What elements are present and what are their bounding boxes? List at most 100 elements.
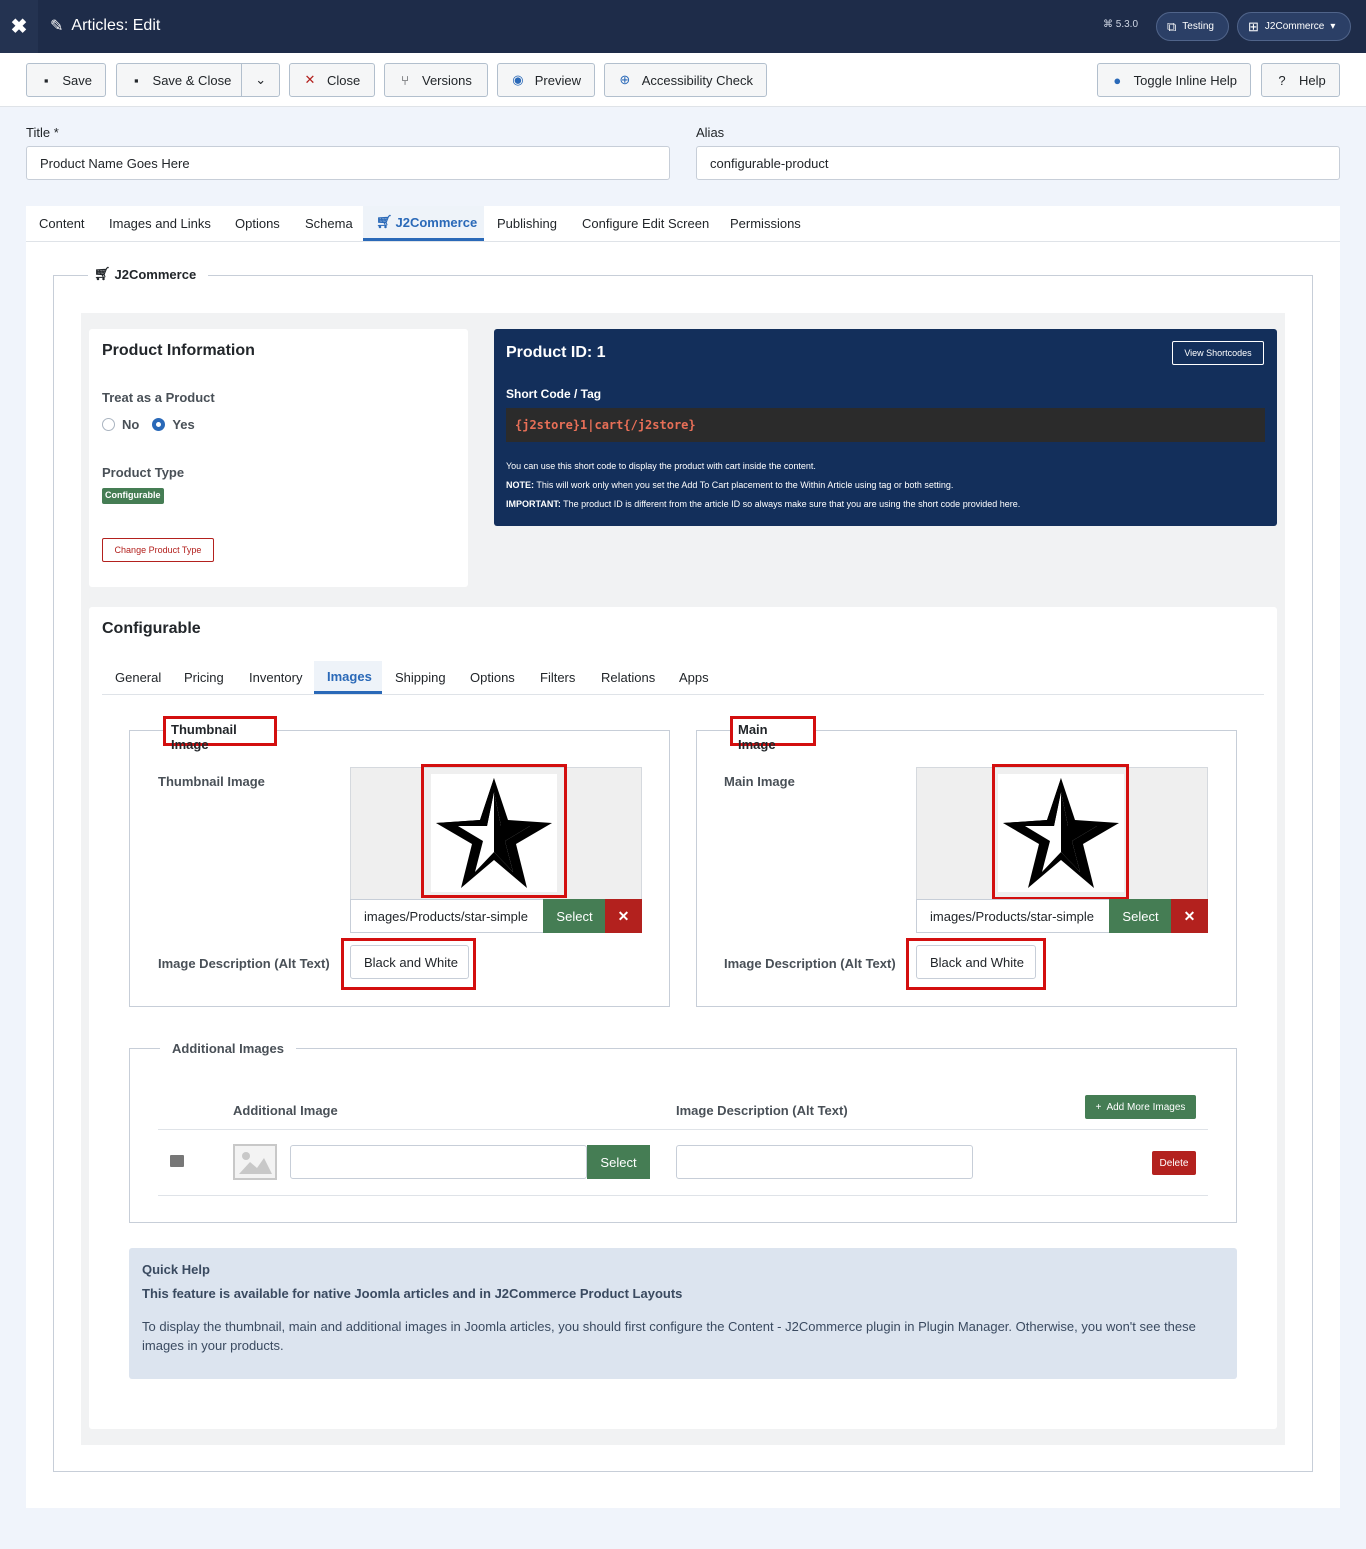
shortcode-note-2: NOTE: This will work only when you set t… (506, 480, 954, 490)
site-button[interactable]: ⧉ Testing (1156, 12, 1229, 41)
page-title: ✎ Articles: Edit (50, 17, 161, 35)
external-link-icon: ⧉ (1167, 18, 1177, 34)
preview-button[interactable]: ◉ Preview (497, 63, 595, 97)
title-input[interactable]: Product Name Goes Here (26, 146, 670, 180)
shortcode-label: Short Code / Tag (506, 387, 602, 401)
product-information-heading: Product Information (102, 342, 255, 359)
joomla-icon[interactable]: ✖ (0, 0, 38, 53)
main-image-select-button[interactable]: Select (1109, 899, 1172, 933)
quick-help-text: To display the thumbnail, main and addit… (142, 1319, 1196, 1353)
thumbnail-legend: Thumbnail Image (163, 716, 277, 752)
table-divider (158, 1129, 1208, 1130)
toggle-inline-help-button[interactable]: ● Toggle Inline Help (1097, 63, 1251, 97)
accessibility-check-button[interactable]: ⊕ Accessibility Check (604, 63, 767, 97)
alias-input[interactable]: configurable-product (696, 146, 1340, 180)
tab-permissions[interactable]: Permissions (717, 206, 814, 241)
main-image-alt-label: Image Description (Alt Text) (724, 956, 896, 971)
save-icon: ▪ (133, 72, 139, 88)
image-placeholder-icon (233, 1144, 277, 1180)
main-image-clear-button[interactable]: ✕ (1171, 899, 1208, 933)
subtab-shipping[interactable]: Shipping (382, 661, 459, 694)
main-image-highlight (992, 764, 1129, 900)
shortcode-important: IMPORTANT: The product ID is different f… (506, 499, 1021, 509)
cart-icon: 🛒︎ (376, 214, 393, 229)
tab-j2commerce[interactable]: 🛒︎ J2Commerce (363, 206, 484, 241)
add-more-images-button[interactable]: + Add More Images (1085, 1095, 1196, 1119)
accessibility-icon: ⊕ (619, 72, 631, 87)
tab-options[interactable]: Options (222, 206, 293, 241)
quick-help-title: Quick Help (142, 1262, 210, 1277)
radio-yes[interactable] (152, 418, 166, 431)
subtab-options[interactable]: Options (457, 661, 528, 694)
additional-image-column-header: Additional Image (233, 1103, 338, 1118)
table-bottom-divider (158, 1195, 1208, 1196)
configurable-heading: Configurable (102, 620, 201, 637)
tab-publishing[interactable]: Publishing (484, 206, 570, 241)
save-icon: ▪ (43, 72, 49, 88)
treat-as-product-radios: No Yes (102, 417, 195, 432)
thumbnail-path-input[interactable]: images/Products/star-simple (350, 899, 544, 933)
close-icon: ✕ (617, 907, 630, 924)
cart-icon: 🛒︎ (94, 266, 111, 281)
subtab-pricing[interactable]: Pricing (171, 661, 237, 694)
chevron-down-icon[interactable]: ⌄ (241, 64, 279, 96)
subtab-apps[interactable]: Apps (666, 661, 722, 694)
main-image-alt-input[interactable]: Black and White (916, 945, 1036, 979)
close-button[interactable]: ✕ Close (289, 63, 375, 97)
help-button[interactable]: ? Help (1261, 63, 1340, 97)
treat-as-product-label: Treat as a Product (102, 390, 215, 405)
view-shortcodes-button[interactable]: View Shortcodes (1172, 341, 1264, 365)
additional-image-path-input[interactable] (290, 1145, 587, 1179)
product-type-label: Product Type (102, 465, 185, 480)
user-menu[interactable]: ⊞ J2Commerce ▾ (1237, 12, 1351, 41)
subtab-images[interactable]: Images (314, 661, 382, 694)
chevron-down-icon: ▾ (1330, 21, 1336, 32)
versions-button[interactable]: ⑂ Versions (384, 63, 488, 97)
tab-schema[interactable]: Schema (292, 206, 366, 241)
main-image-path-input[interactable]: images/Products/star-simple (916, 899, 1110, 933)
thumbnail-label: Thumbnail Image (158, 774, 265, 789)
subtab-relations[interactable]: Relations (588, 661, 668, 694)
thumbnail-select-button[interactable]: Select (543, 899, 606, 933)
subtab-general[interactable]: General (102, 661, 174, 694)
additional-image-select-button[interactable]: Select (587, 1145, 650, 1179)
tab-images-links[interactable]: Images and Links (96, 206, 224, 241)
subtab-divider (102, 694, 1264, 695)
quick-help-subtitle: This feature is available for native Joo… (142, 1286, 683, 1301)
eye-icon: ◉ (512, 72, 524, 87)
change-product-type-button[interactable]: Change Product Type (102, 538, 214, 562)
radio-no[interactable] (102, 418, 115, 431)
version-label: ⌘ 5.3.0 (1103, 19, 1139, 30)
j2commerce-legend: 🛒︎ J2Commerce (88, 266, 209, 282)
question-icon: ? (1278, 72, 1286, 88)
additional-images-legend: Additional Images (160, 1041, 296, 1056)
thumbnail-alt-input[interactable]: Black and White (350, 945, 469, 979)
quick-help-alert (129, 1248, 1237, 1379)
main-image-label: Main Image (724, 774, 795, 789)
thumbnail-alt-label: Image Description (Alt Text) (158, 956, 330, 971)
thumbnail-highlight (421, 764, 567, 898)
additional-image-alt-input[interactable] (676, 1145, 973, 1179)
image-description-column-header: Image Description (Alt Text) (676, 1103, 848, 1118)
close-icon: ✕ (1183, 907, 1196, 924)
question-icon: ● (1113, 72, 1122, 88)
versions-icon: ⑂ (401, 72, 409, 88)
image-icon (170, 1155, 184, 1167)
tab-content[interactable]: Content (26, 206, 98, 241)
shortcode-note: You can use this short code to display t… (506, 461, 816, 471)
product-id-heading: Product ID: 1 (506, 344, 606, 361)
main-image-legend: Main Image (730, 716, 816, 752)
thumbnail-clear-button[interactable]: ✕ (605, 899, 642, 933)
plus-icon: + (1095, 1101, 1102, 1113)
delete-image-button[interactable]: Delete (1152, 1151, 1196, 1175)
close-icon: ✕ (304, 72, 316, 87)
shortcode-value[interactable]: {j2store}1|cart{/j2store} (506, 408, 1265, 442)
title-label: Title * (26, 125, 59, 140)
save-close-button[interactable]: ▪ Save & Close ⌄ (116, 63, 280, 97)
subtab-filters[interactable]: Filters (527, 661, 588, 694)
tab-configure-edit-screen[interactable]: Configure Edit Screen (569, 206, 722, 241)
save-button[interactable]: ▪ Save (26, 63, 106, 97)
pencil-icon: ✎ (50, 18, 64, 35)
grid-icon: ⊞ (1248, 18, 1259, 34)
subtab-inventory[interactable]: Inventory (236, 661, 315, 694)
